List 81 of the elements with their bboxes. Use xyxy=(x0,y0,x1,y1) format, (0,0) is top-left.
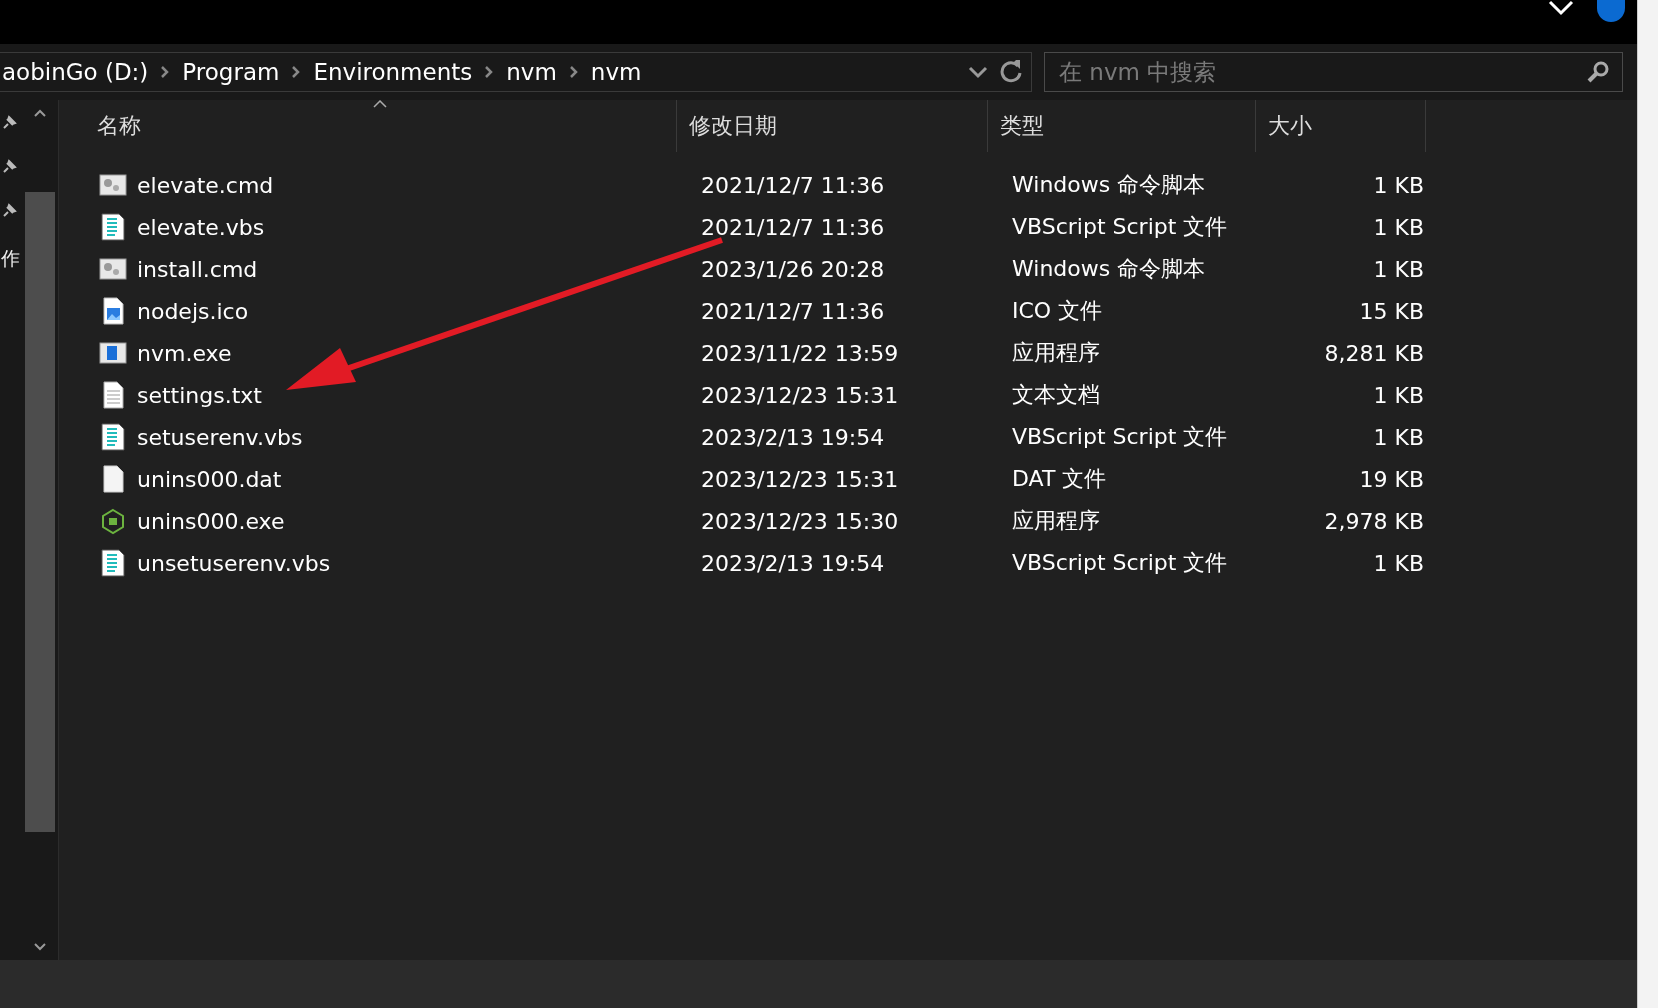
file-name: nodejs.ico xyxy=(137,298,249,324)
file-row[interactable]: elevate.cmd 2021/12/7 11:36 Windows 命令脚本 1 KB xyxy=(59,164,1637,206)
date-cell-text: 2021/12/7 11:36 xyxy=(700,172,886,198)
file-row[interactable]: setuserenv.vbs 2023/2/13 19:54 VBScript Script 文件 1 KB xyxy=(59,416,1637,458)
size-cell-text: 1 KB xyxy=(1372,382,1425,408)
date-cell-text: 2021/12/7 11:36 xyxy=(700,298,886,324)
nav-item[interactable]: 作 xyxy=(1,246,22,272)
file-row[interactable]: unsetuserenv.vbs 2023/2/13 19:54 VBScript Script 文件 1 KB xyxy=(59,542,1637,584)
size-cell-text: 1 KB xyxy=(1372,424,1425,450)
type-cell-text: ICO 文件 xyxy=(1011,297,1104,325)
file-name: elevate.vbs xyxy=(137,214,265,240)
size-cell-text: 1 KB xyxy=(1372,256,1425,282)
date-cell-text: 2023/12/23 15:31 xyxy=(700,466,900,492)
type-cell-text: 文本文档 xyxy=(1011,381,1101,409)
settings-file-icon xyxy=(99,255,127,283)
file-row[interactable]: install.cmd 2023/1/26 20:28 Windows 命令脚本 1 KB xyxy=(59,248,1637,290)
breadcrumb-item[interactable]: nvm xyxy=(590,59,642,85)
file-name: setuserenv.vbs xyxy=(137,424,303,450)
column-header[interactable]: 名称 xyxy=(59,100,677,152)
size-cell-text: 1 KB xyxy=(1372,214,1425,240)
file-name: unsetuserenv.vbs xyxy=(137,550,331,576)
date-cell-text: 2023/2/13 19:54 xyxy=(700,550,886,576)
column-header[interactable]: 类型 xyxy=(988,100,1256,152)
breadcrumb-item[interactable]: aobinGo (D:) xyxy=(2,59,149,85)
type-cell-text: DAT 文件 xyxy=(1011,465,1108,493)
hexagon-icon xyxy=(99,507,127,535)
scrollbar-thumb[interactable] xyxy=(25,192,55,832)
search-field[interactable]: 在 nvm 中搜索 xyxy=(1044,52,1623,92)
refresh-icon[interactable] xyxy=(999,60,1023,84)
chevron-right-icon[interactable] xyxy=(291,65,302,79)
file-name: elevate.cmd xyxy=(137,172,274,198)
file-row[interactable]: nvm.exe 2023/11/22 13:59 应用程序 8,281 KB xyxy=(59,332,1637,374)
file-name: install.cmd xyxy=(137,256,258,282)
settings-file-icon xyxy=(99,171,127,199)
search-input[interactable]: 在 nvm 中搜索 xyxy=(1057,58,1586,86)
size-cell-text: 2,978 KB xyxy=(1323,508,1425,534)
file-row[interactable]: unins000.dat 2023/12/23 15:31 DAT 文件 19 KB xyxy=(59,458,1637,500)
date-cell-text: 2023/2/13 19:54 xyxy=(700,424,886,450)
date-cell-text: 2023/11/22 13:59 xyxy=(700,340,900,366)
file-row[interactable]: unins000.exe 2023/12/23 15:30 应用程序 2,978 KB xyxy=(59,500,1637,542)
file-row[interactable]: elevate.vbs 2021/12/7 11:36 VBScript Script 文件 1 KB xyxy=(59,206,1637,248)
file-name: nvm.exe xyxy=(137,340,232,366)
chevron-right-icon[interactable] xyxy=(160,65,171,79)
type-cell-text: 应用程序 xyxy=(1011,339,1101,367)
type-cell-text: VBScript Script 文件 xyxy=(1011,213,1229,241)
file-row[interactable]: nodejs.ico 2021/12/7 11:36 ICO 文件 15 KB xyxy=(59,290,1637,332)
size-cell-text: 19 KB xyxy=(1358,466,1425,492)
column-header[interactable]: 大小 xyxy=(1256,100,1426,152)
type-cell-text: VBScript Script 文件 xyxy=(1011,549,1229,577)
date-cell-text: 2023/1/26 20:28 xyxy=(700,256,886,282)
window-file-icon xyxy=(99,339,127,367)
chevron-right-icon[interactable] xyxy=(568,65,579,79)
size-cell-text: 1 KB xyxy=(1372,550,1425,576)
file-name: unins000.exe xyxy=(137,508,285,534)
type-cell-text: 应用程序 xyxy=(1011,507,1101,535)
search-icon[interactable] xyxy=(1586,60,1610,84)
size-cell-text: 15 KB xyxy=(1358,298,1425,324)
help-icon[interactable] xyxy=(1597,0,1625,22)
file-name: unins000.dat xyxy=(137,466,282,492)
size-cell-text: 1 KB xyxy=(1372,172,1425,198)
script-file-icon xyxy=(99,423,127,451)
type-cell-text: VBScript Script 文件 xyxy=(1011,423,1229,451)
breadcrumb-item[interactable]: Environments xyxy=(313,59,473,85)
script-file-icon xyxy=(99,549,127,577)
date-cell-text: 2023/12/23 15:30 xyxy=(700,508,900,534)
type-cell-text: Windows 命令脚本 xyxy=(1011,255,1207,283)
scroll-up-icon[interactable] xyxy=(33,108,47,118)
file-row[interactable]: settings.txt 2023/12/23 15:31 文本文档 1 KB xyxy=(59,374,1637,416)
sort-up-icon xyxy=(373,100,387,108)
script-file-icon xyxy=(99,213,127,241)
date-cell-text: 2021/12/7 11:36 xyxy=(700,214,886,240)
type-cell-text: Windows 命令脚本 xyxy=(1011,171,1207,199)
chevron-down-icon[interactable] xyxy=(967,65,989,79)
scroll-down-icon[interactable] xyxy=(33,942,47,952)
chevron-right-icon[interactable] xyxy=(484,65,495,79)
breadcrumb-item[interactable]: Program xyxy=(182,59,280,85)
size-cell-text: 8,281 KB xyxy=(1323,340,1425,366)
date-cell-text: 2023/12/23 15:31 xyxy=(700,382,900,408)
breadcrumb-item[interactable]: nvm xyxy=(506,59,557,85)
file-name: settings.txt xyxy=(137,382,262,408)
column-header[interactable]: 修改日期 xyxy=(677,100,988,152)
